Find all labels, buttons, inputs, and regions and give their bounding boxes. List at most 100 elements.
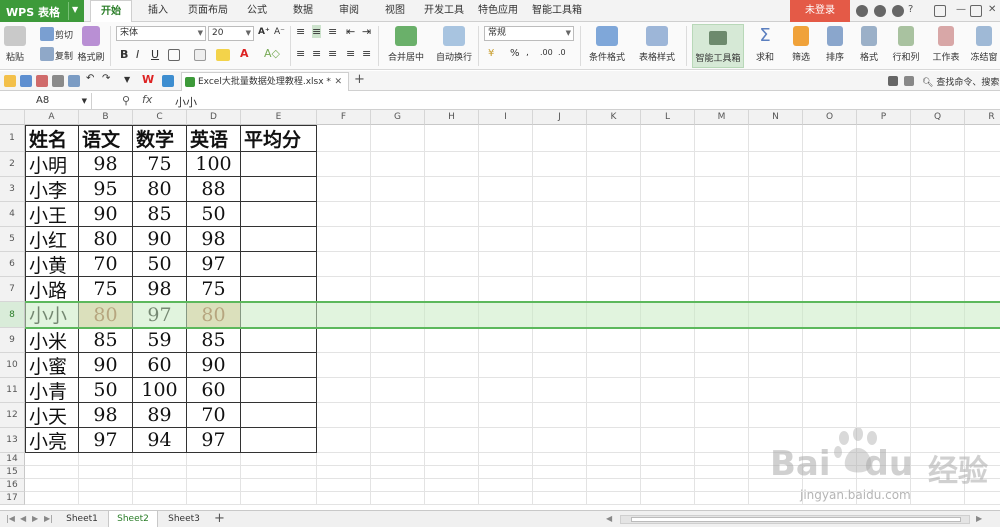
cell[interactable] xyxy=(803,302,857,328)
cell[interactable] xyxy=(371,428,425,453)
cell[interactable] xyxy=(695,302,749,328)
table-cell[interactable] xyxy=(241,378,317,403)
row-header-2[interactable]: 2 xyxy=(0,152,25,177)
cell[interactable] xyxy=(749,125,803,152)
share-icon[interactable] xyxy=(892,5,904,17)
scroll-right-icon[interactable]: ▶ xyxy=(976,514,982,523)
table-cell[interactable]: 小小 xyxy=(25,302,79,328)
close-icon[interactable]: ✕ xyxy=(988,4,996,16)
cell[interactable] xyxy=(857,125,911,152)
table-cell[interactable] xyxy=(241,277,317,302)
cell[interactable] xyxy=(749,227,803,252)
cell[interactable] xyxy=(479,492,533,505)
cell[interactable] xyxy=(371,378,425,403)
menu-home[interactable]: 开始 xyxy=(90,0,132,23)
cell[interactable] xyxy=(641,202,695,227)
cell[interactable] xyxy=(641,403,695,428)
cell[interactable] xyxy=(641,479,695,492)
message-icon[interactable] xyxy=(888,76,898,86)
menu-formula[interactable]: 公式 xyxy=(240,0,274,22)
row-header-9[interactable]: 9 xyxy=(0,328,25,353)
cell[interactable] xyxy=(803,125,857,152)
cell[interactable] xyxy=(317,453,371,466)
cell[interactable] xyxy=(425,479,479,492)
cell[interactable] xyxy=(479,177,533,202)
merge-center-button[interactable]: 合并居中 xyxy=(382,24,430,68)
table-cell[interactable]: 100 xyxy=(187,152,241,177)
sheet-tab-3[interactable]: Sheet3 xyxy=(160,511,208,527)
menu-features[interactable]: 特色应用 xyxy=(474,0,522,22)
table-cell[interactable]: 97 xyxy=(187,252,241,277)
column-header-B[interactable]: B xyxy=(79,110,133,125)
cell[interactable] xyxy=(371,152,425,177)
cell[interactable] xyxy=(371,453,425,466)
cell[interactable] xyxy=(749,252,803,277)
cell[interactable] xyxy=(187,479,241,492)
skin-icon[interactable] xyxy=(856,5,868,17)
cell[interactable] xyxy=(371,479,425,492)
cell[interactable] xyxy=(533,453,587,466)
cell[interactable] xyxy=(479,453,533,466)
cell[interactable] xyxy=(857,353,911,378)
cell[interactable] xyxy=(965,277,1000,302)
cell[interactable] xyxy=(803,378,857,403)
number-format-select[interactable]: 常规 ▼ xyxy=(484,26,574,41)
cell[interactable] xyxy=(317,125,371,152)
font-color-icon[interactable]: A xyxy=(240,47,249,60)
table-style-button[interactable]: 表格样式 xyxy=(634,24,680,68)
cell[interactable] xyxy=(317,202,371,227)
cell[interactable] xyxy=(857,277,911,302)
table-cell[interactable]: 59 xyxy=(133,328,187,353)
cell[interactable] xyxy=(641,328,695,353)
cell[interactable] xyxy=(425,277,479,302)
cell[interactable] xyxy=(695,479,749,492)
cell[interactable] xyxy=(533,479,587,492)
table-cell[interactable]: 98 xyxy=(187,227,241,252)
cell[interactable] xyxy=(695,252,749,277)
row-header-14[interactable]: 14 xyxy=(0,453,25,466)
underline-icon[interactable]: U xyxy=(151,48,159,61)
cell[interactable] xyxy=(425,492,479,505)
cell[interactable] xyxy=(965,353,1000,378)
cell[interactable] xyxy=(641,277,695,302)
cell[interactable] xyxy=(479,125,533,152)
table-header-cell[interactable]: 平均分 xyxy=(241,125,317,152)
cell[interactable] xyxy=(533,202,587,227)
cell[interactable] xyxy=(371,277,425,302)
italic-icon[interactable]: I xyxy=(136,48,139,61)
column-header-O[interactable]: O xyxy=(803,110,857,125)
wps-logo-button[interactable]: WPS 表格 ▼ xyxy=(0,0,84,22)
cell[interactable] xyxy=(425,378,479,403)
cell[interactable] xyxy=(79,492,133,505)
cell[interactable] xyxy=(803,353,857,378)
table-header-cell[interactable]: 数学 xyxy=(133,125,187,152)
cell[interactable] xyxy=(425,328,479,353)
menu-data[interactable]: 数据 xyxy=(286,0,320,22)
decrease-decimal-icon[interactable]: .0 xyxy=(558,48,566,57)
table-cell[interactable]: 90 xyxy=(133,227,187,252)
cell[interactable] xyxy=(479,202,533,227)
cell[interactable] xyxy=(241,466,317,479)
column-header-N[interactable]: N xyxy=(749,110,803,125)
table-cell[interactable]: 50 xyxy=(133,252,187,277)
cell[interactable] xyxy=(965,403,1000,428)
cell[interactable] xyxy=(587,428,641,453)
cell[interactable] xyxy=(533,277,587,302)
cell[interactable] xyxy=(425,353,479,378)
cell[interactable] xyxy=(25,453,79,466)
scroll-left-icon[interactable]: ◀ xyxy=(606,514,612,523)
cell[interactable] xyxy=(533,125,587,152)
cell[interactable] xyxy=(695,227,749,252)
cell[interactable] xyxy=(749,202,803,227)
cell[interactable] xyxy=(479,428,533,453)
cell[interactable] xyxy=(533,492,587,505)
cell[interactable] xyxy=(695,353,749,378)
cell[interactable] xyxy=(695,378,749,403)
column-header-E[interactable]: E xyxy=(241,110,317,125)
cell[interactable] xyxy=(749,277,803,302)
cell[interactable] xyxy=(317,492,371,505)
row-header-6[interactable]: 6 xyxy=(0,252,25,277)
smart-toolbox-button[interactable]: 智能工具箱 xyxy=(692,24,744,68)
cell[interactable] xyxy=(857,403,911,428)
table-cell[interactable]: 60 xyxy=(133,353,187,378)
